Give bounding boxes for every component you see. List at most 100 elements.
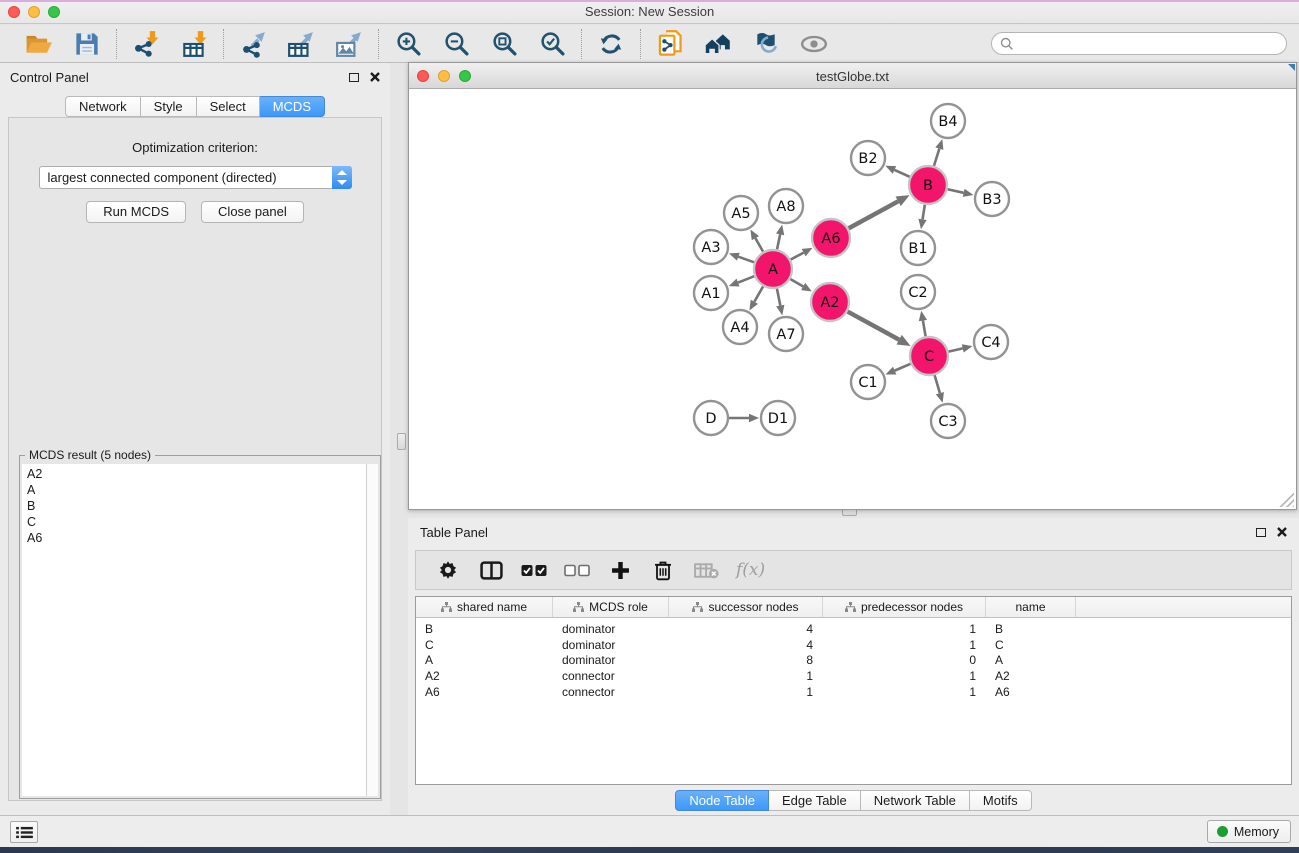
graphics-details-icon[interactable]	[750, 28, 782, 60]
table-cell[interactable]: C	[986, 637, 1076, 653]
close-panel-button[interactable]: Close panel	[201, 201, 304, 223]
table-row[interactable]: Adominator80A	[416, 652, 1291, 668]
graph-edge-B-B3[interactable]	[948, 189, 964, 193]
graph-node-C2[interactable]: C2	[901, 275, 935, 309]
table-row[interactable]: Cdominator41C	[416, 637, 1291, 653]
search-input[interactable]	[1014, 33, 1286, 54]
graph-edge-C-C3[interactable]	[935, 375, 940, 393]
zoom-selected-icon[interactable]	[536, 28, 568, 60]
graph-node-A6[interactable]: A6	[812, 219, 850, 257]
open-file-icon[interactable]	[23, 28, 55, 60]
export-table-icon[interactable]	[285, 28, 317, 60]
float-panel-icon[interactable]	[349, 73, 359, 82]
import-table-icon[interactable]	[178, 28, 210, 60]
search-field[interactable]	[991, 32, 1287, 55]
table-cell[interactable]: 0	[823, 652, 986, 668]
close-panel-icon[interactable]	[370, 72, 380, 82]
graph-node-A3[interactable]: A3	[694, 230, 728, 264]
mcds-result-item[interactable]: B	[22, 498, 378, 514]
tab-node-table[interactable]: Node Table	[675, 790, 769, 811]
graph-edge-A-A4[interactable]	[754, 286, 763, 301]
graph-edge-C-C4[interactable]	[949, 348, 963, 351]
table-cell[interactable]: 1	[669, 684, 823, 700]
table-cell[interactable]: A2	[416, 668, 553, 684]
graph-node-A2[interactable]: A2	[811, 283, 849, 321]
columns-icon[interactable]	[478, 557, 504, 583]
table-cell[interactable]: A	[986, 652, 1076, 668]
graph-edge-C-C1[interactable]	[895, 364, 911, 371]
table-cell[interactable]: 4	[669, 637, 823, 653]
column-header-successor-nodes[interactable]: successor nodes	[669, 597, 823, 617]
graph-node-D1[interactable]: D1	[761, 401, 795, 435]
network-canvas[interactable]: AA1A2A3A4A5A6A7A8BB1B2B3B4CC1C2C3C4DD1	[409, 89, 1296, 509]
close-table-panel-icon[interactable]	[1277, 527, 1287, 537]
table-cell[interactable]: B	[416, 621, 553, 637]
table-cell[interactable]: dominator	[553, 652, 669, 668]
mcds-result-item[interactable]: A	[22, 482, 378, 498]
mcds-result-item[interactable]: C	[22, 514, 378, 530]
delete-table-icon[interactable]	[693, 557, 719, 583]
graph-edge-C-C2[interactable]	[923, 321, 926, 337]
add-row-icon[interactable]	[607, 557, 633, 583]
graph-node-B[interactable]: B	[909, 166, 947, 204]
settings-gear-icon[interactable]	[435, 557, 461, 583]
float-table-panel-icon[interactable]	[1256, 528, 1266, 537]
table-cell[interactable]: A	[416, 652, 553, 668]
optimization-criterion-dropdown[interactable]: largest connected component (directed)	[39, 166, 352, 189]
table-row[interactable]: A6connector11A6	[416, 684, 1291, 700]
column-header-predecessor-nodes[interactable]: predecessor nodes	[823, 597, 986, 617]
result-list-scrollbar[interactable]	[366, 464, 378, 796]
table-cell[interactable]: C	[416, 637, 553, 653]
tab-select[interactable]: Select	[197, 96, 260, 117]
graph-edge-B-B4[interactable]	[934, 149, 939, 166]
tab-mcds[interactable]: MCDS	[260, 96, 325, 117]
table-cell[interactable]: 4	[669, 621, 823, 637]
table-cell[interactable]: A6	[986, 684, 1076, 700]
memory-button[interactable]: Memory	[1207, 820, 1291, 843]
table-row[interactable]: Bdominator41B	[416, 621, 1291, 637]
table-cell[interactable]: 1	[669, 668, 823, 684]
graph-node-A8[interactable]: A8	[769, 189, 803, 223]
vertical-splitter-handle[interactable]	[397, 433, 406, 450]
export-network-icon[interactable]	[237, 28, 269, 60]
clone-network-icon[interactable]	[654, 28, 686, 60]
function-builder-icon[interactable]: f(x)	[736, 560, 765, 580]
table-cell[interactable]: 1	[823, 637, 986, 653]
zoom-fit-icon[interactable]	[488, 28, 520, 60]
refresh-layout-icon[interactable]	[595, 28, 627, 60]
graph-node-B4[interactable]: B4	[931, 104, 965, 138]
tab-style[interactable]: Style	[141, 96, 197, 117]
table-cell[interactable]: 8	[669, 652, 823, 668]
table-cell[interactable]: 1	[823, 621, 986, 637]
show-all-networks-icon[interactable]	[702, 28, 734, 60]
column-header-name[interactable]: name	[986, 597, 1076, 617]
deselect-all-checkboxes-icon[interactable]	[564, 557, 590, 583]
export-image-icon[interactable]	[333, 28, 365, 60]
column-header-shared-name[interactable]: shared name	[416, 597, 553, 617]
graph-node-C[interactable]: C	[910, 337, 948, 375]
graph-edge-A-A8[interactable]	[777, 234, 780, 249]
table-row[interactable]: A2connector11A2	[416, 668, 1291, 684]
table-cell[interactable]: 1	[823, 668, 986, 684]
zoom-in-icon[interactable]	[392, 28, 424, 60]
graph-edge-A-A2[interactable]	[790, 279, 803, 286]
graph-edge-A-A5[interactable]	[755, 238, 763, 251]
graph-node-C3[interactable]: C3	[931, 404, 965, 438]
table-cell[interactable]: A6	[416, 684, 553, 700]
zoom-out-icon[interactable]	[440, 28, 472, 60]
graph-edge-B-B1[interactable]	[923, 205, 925, 220]
graph-node-C1[interactable]: C1	[851, 365, 885, 399]
tab-network[interactable]: Network	[65, 96, 141, 117]
graph-node-B3[interactable]: B3	[975, 182, 1009, 216]
save-session-icon[interactable]	[71, 28, 103, 60]
graph-edge-A-A3[interactable]	[738, 257, 754, 263]
graph-edge-A-A7[interactable]	[777, 289, 780, 306]
graph-node-D[interactable]: D	[694, 401, 728, 435]
tab-edge-table[interactable]: Edge Table	[769, 790, 861, 811]
import-network-icon[interactable]	[130, 28, 162, 60]
table-cell[interactable]: B	[986, 621, 1076, 637]
table-cell[interactable]: dominator	[553, 637, 669, 653]
network-window-titlebar[interactable]: testGlobe.txt	[409, 63, 1296, 89]
graph-node-A5[interactable]: A5	[724, 196, 758, 230]
graph-node-A[interactable]: A	[754, 250, 792, 288]
